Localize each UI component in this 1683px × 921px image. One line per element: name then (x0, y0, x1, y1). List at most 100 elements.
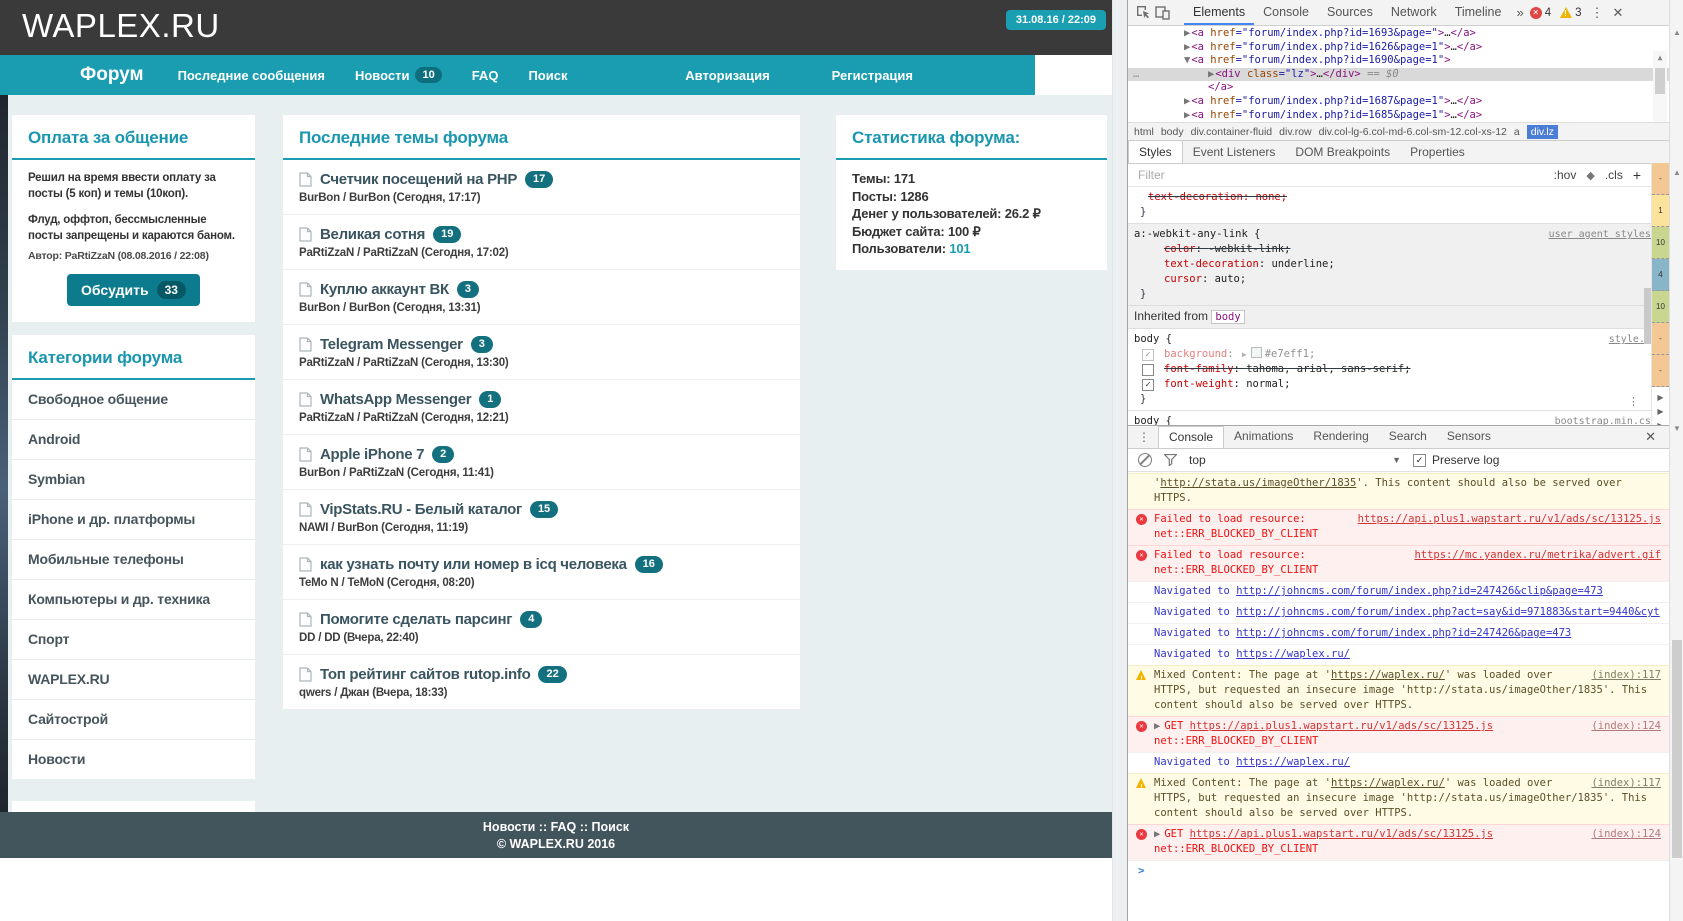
nav-item-FAQ[interactable]: FAQ (472, 68, 499, 83)
pseudo-state-icon[interactable]: ◆ (1586, 169, 1594, 182)
topic-row[interactable]: Apple iPhone 72BurBon / PaRtiZzaN (Сегод… (283, 434, 800, 489)
devtools-scrollbar[interactable]: ▲ ▲ ▼ (1669, 0, 1683, 921)
scroll-up-icon[interactable]: ▲ (1653, 51, 1667, 65)
sidebar-tab-event-listeners[interactable]: Event Listeners (1183, 141, 1286, 163)
inspect-element-icon[interactable] (1136, 4, 1151, 22)
elements-scrollbar[interactable]: ▲ (1653, 51, 1667, 122)
dom-node-line[interactable]: ▶<a href="forum/index.php?id=1685&page=1… (1128, 109, 1683, 122)
scrollbar-thumb[interactable] (1655, 68, 1665, 94)
declaration-checkbox[interactable] (1142, 364, 1154, 376)
console-link[interactable]: http://johncms.com/forum/index.php?id=24… (1236, 585, 1603, 597)
node-options-icon[interactable]: … (1133, 68, 1139, 82)
breadcrumb-item[interactable]: body (1161, 126, 1184, 138)
preserve-log-checkbox[interactable]: ✓ (1413, 454, 1426, 467)
drawer-tab-sensors[interactable]: Sensors (1437, 426, 1501, 448)
topic-title[interactable]: как узнать почту или номер в icq человек… (320, 556, 627, 573)
scroll-down-icon[interactable]: ▼ (1673, 424, 1681, 433)
tab-sources[interactable]: Sources (1318, 0, 1382, 25)
device-toolbar-icon[interactable] (1155, 4, 1170, 22)
nav-item-Последние сообщения[interactable]: Последние сообщения (178, 68, 325, 83)
tab-elements[interactable]: Elements (1184, 0, 1254, 25)
console-source-link[interactable]: (index):117 (1591, 776, 1661, 791)
console-source-link[interactable]: (index):117 (1591, 668, 1661, 683)
console-source-link[interactable]: (index):124 (1591, 719, 1661, 734)
topic-title[interactable]: Apple iPhone 7 (320, 446, 424, 463)
warning-count-badge[interactable]: ! 3 (1560, 7, 1581, 19)
page-scrollbar[interactable] (1112, 0, 1127, 921)
category-item[interactable]: Мобильные телефоны (12, 539, 255, 579)
tab-timeline[interactable]: Timeline (1446, 0, 1511, 25)
console-source-link[interactable]: (index):124 (1591, 827, 1661, 842)
css-declaration[interactable]: color: -webkit-link; (1134, 242, 1643, 257)
nav-item-Форум[interactable]: Форум (80, 64, 144, 86)
category-item[interactable]: Свободное общение (12, 380, 255, 419)
element-classes-button[interactable]: .cls (1605, 168, 1623, 182)
dom-node-line[interactable]: ▶<a href="forum/index.php?id=1687&page=1… (1128, 95, 1683, 109)
console-link[interactable]: https://waplex.ru/ (1236, 756, 1350, 768)
topic-title[interactable]: Топ рейтинг сайтов rutop.info (320, 666, 530, 683)
topic-row[interactable]: Куплю аккаунт ВК3BurBon / BurBon (Сегодн… (283, 269, 800, 324)
footer-links[interactable]: Новости :: FAQ :: Поиск (0, 819, 1112, 836)
css-declaration[interactable]: ✓background: ▶#e7eff1; (1134, 347, 1643, 362)
topic-title[interactable]: WhatsApp Messenger (320, 391, 471, 408)
sidebar-tab-properties[interactable]: Properties (1400, 141, 1475, 163)
drawer-tab-rendering[interactable]: Rendering (1303, 426, 1378, 448)
category-item[interactable]: Сайтострой (12, 699, 255, 739)
discuss-button[interactable]: Обсудить 33 (67, 274, 200, 306)
close-devtools-icon[interactable]: ✕ (1613, 5, 1624, 21)
topic-row[interactable]: Счетчик посещений на PHP17BurBon / BurBo… (283, 160, 800, 214)
console-link[interactable]: http://johncms.com/forum/index.php?act=s… (1236, 606, 1660, 618)
disclosure-arrow-icon[interactable]: ▶ (1184, 109, 1190, 121)
topic-row[interactable]: WhatsApp Messenger1PaRtiZzaN / PaRtiZzaN… (283, 379, 800, 434)
console-link[interactable]: http://johncms.com/forum/index.php?id=24… (1236, 627, 1571, 639)
console-link[interactable]: https://api.plus1.wapstart.ru/v1/ads/sc/… (1190, 720, 1493, 732)
stats-value[interactable]: 101 (949, 241, 970, 256)
breadcrumb-item[interactable]: html (1134, 126, 1154, 138)
breadcrumb-item[interactable]: div.lz (1527, 125, 1558, 139)
dom-node-line[interactable]: ▶<a href="forum/index.php?id=1626&page=1… (1128, 41, 1683, 55)
failed-request-link[interactable]: https://api.plus1.wapstart.ru/v1/ads/sc/… (1358, 512, 1661, 527)
tab-console[interactable]: Console (1254, 0, 1318, 25)
overflow-menu-icon[interactable]: ⋮ (1591, 5, 1604, 21)
console-link[interactable]: http://stata.us/imageOther/1835 (1160, 477, 1356, 489)
failed-request-link[interactable]: https://mc.yandex.ru/metrika/advert.gif (1414, 548, 1661, 563)
clear-console-icon[interactable] (1138, 453, 1152, 467)
scroll-up-icon[interactable]: ▲ (1673, 168, 1681, 177)
declaration-checkbox[interactable]: ✓ (1142, 349, 1154, 361)
styles-filter-input[interactable] (1136, 167, 1340, 183)
toggle-element-state-button[interactable]: :hov (1554, 168, 1577, 182)
topic-title[interactable]: Telegram Messenger (320, 336, 463, 353)
close-drawer-icon[interactable]: ✕ (1645, 429, 1656, 445)
color-swatch[interactable] (1251, 347, 1262, 358)
nav-item-Регистрация[interactable]: Регистрация (832, 68, 913, 83)
disclosure-arrow-icon[interactable]: ▶ (1184, 27, 1190, 39)
sidebar-tab-styles[interactable]: Styles (1128, 141, 1183, 163)
topic-title[interactable]: Счетчик посещений на PHP (320, 171, 517, 188)
category-item[interactable]: Компьютеры и др. техника (12, 579, 255, 619)
drawer-tab-search[interactable]: Search (1379, 426, 1437, 448)
category-item[interactable]: WAPLEX.RU (12, 659, 255, 699)
site-logo[interactable]: WAPLEX.RU (22, 7, 220, 45)
dom-node-line[interactable]: …▶<div class="lz">…</div> == $0 (1128, 68, 1683, 82)
category-item[interactable]: Спорт (12, 619, 255, 659)
console-prompt[interactable]: > (1128, 860, 1669, 878)
console-link[interactable]: https://waplex.ru/ (1236, 648, 1350, 660)
css-declaration[interactable]: font-family: tahoma, arial, sans-serif; (1134, 362, 1643, 377)
dom-node-line[interactable]: </a> (1128, 81, 1683, 95)
nav-item-Авторизация[interactable]: Авторизация (685, 68, 769, 83)
more-tabs-icon[interactable]: » (1510, 5, 1529, 20)
topic-row[interactable]: Telegram Messenger3PaRtiZzaN / PaRtiZzaN… (283, 324, 800, 379)
disclosure-arrow-icon[interactable]: ▶ (1184, 41, 1190, 53)
disclosure-arrow-icon[interactable]: ▶ (1154, 720, 1160, 732)
topic-row[interactable]: VipStats.RU - Белый каталог15NAWI / BurB… (283, 489, 800, 544)
inherited-node-chip[interactable]: body (1211, 310, 1244, 324)
console-link[interactable]: https://waplex.ru/ (1331, 669, 1445, 681)
dom-node-line[interactable]: ▶<a href="forum/index.php?id=1693&page="… (1128, 27, 1683, 41)
css-declaration[interactable]: ✓font-weight: normal; (1134, 377, 1643, 392)
drawer-tab-console[interactable]: Console (1158, 426, 1224, 448)
preserve-log-toggle[interactable]: ✓ Preserve log (1413, 453, 1499, 467)
breadcrumb-item[interactable]: a (1514, 126, 1520, 138)
scroll-up-icon[interactable]: ▲ (1673, 28, 1681, 37)
shorthand-expand-icon[interactable]: ▶ (1242, 350, 1247, 359)
topic-title[interactable]: Великая сотня (320, 226, 425, 243)
